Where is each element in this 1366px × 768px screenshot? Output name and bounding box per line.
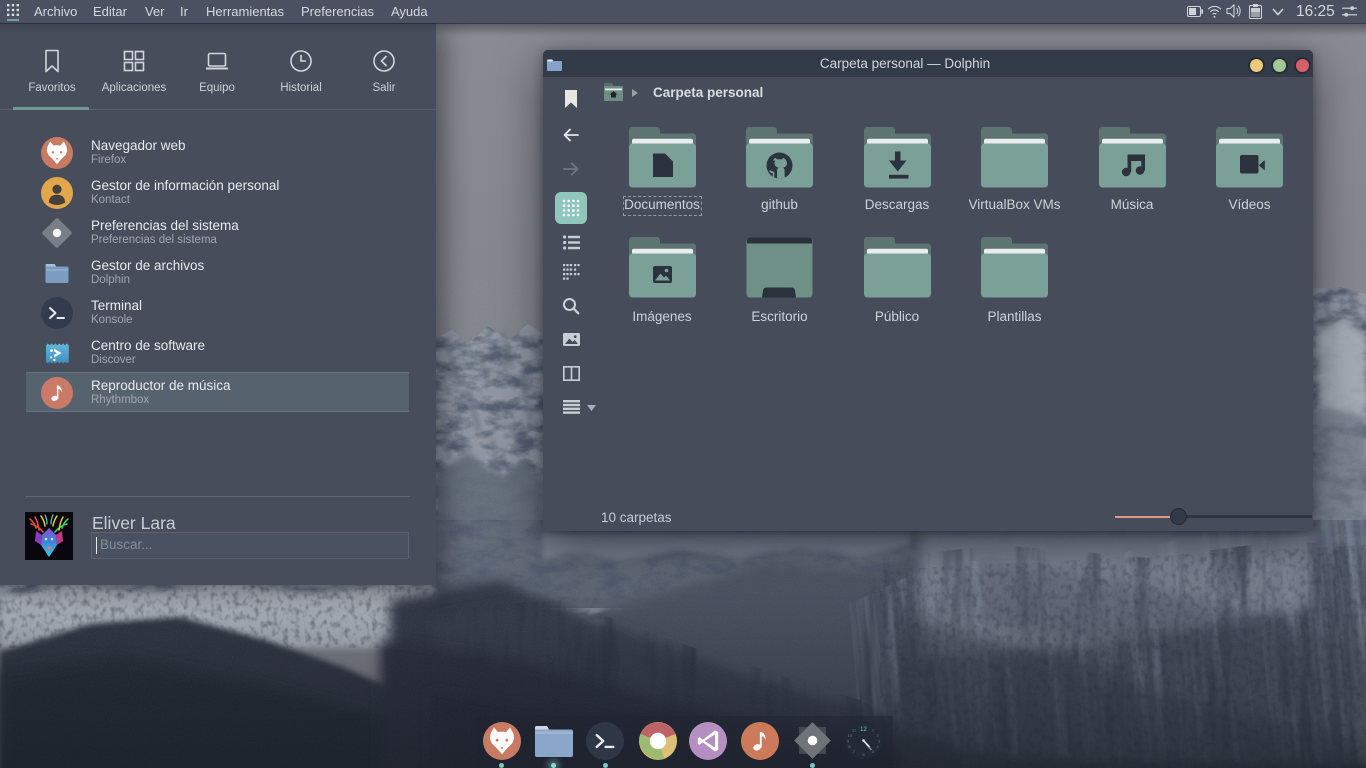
svg-text:10: 10 [848, 733, 853, 738]
svg-text:12: 12 [860, 727, 867, 733]
